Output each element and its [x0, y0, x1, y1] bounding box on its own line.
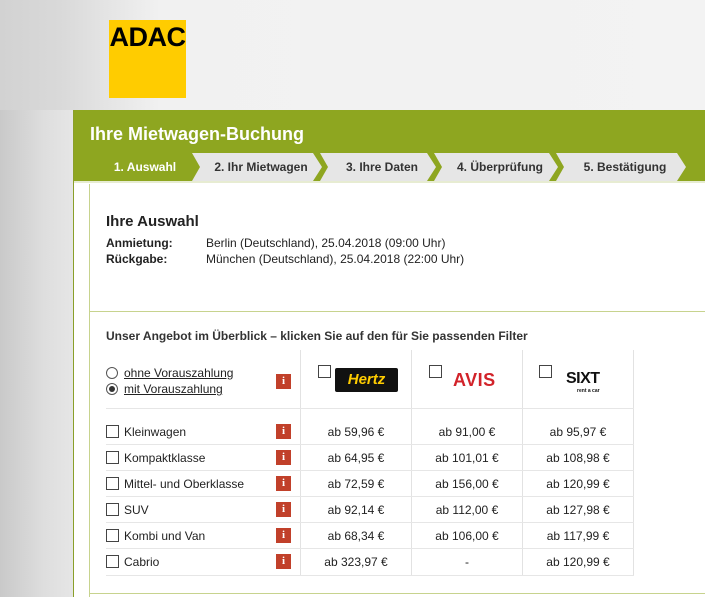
section-divider: [90, 311, 705, 312]
info-icon[interactable]: i: [276, 424, 291, 439]
top-banner: [0, 0, 705, 110]
avis-logo[interactable]: AVIS: [453, 368, 496, 392]
label-mit-vorauszahlung[interactable]: mit Vorauszahlung: [124, 382, 223, 396]
row-divider: [106, 548, 634, 549]
adac-logo[interactable]: ADAC: [109, 20, 186, 98]
step-bestaetigung[interactable]: 5. Bestätigung: [556, 153, 686, 181]
price-sixt[interactable]: ab 127,98 €: [523, 503, 633, 517]
category-label: Kleinwagen: [124, 425, 187, 439]
info-icon[interactable]: i: [276, 450, 291, 465]
step-mietwagen[interactable]: 2. Ihr Mietwagen: [192, 153, 322, 181]
step-auswahl[interactable]: 1. Auswahl: [88, 153, 194, 181]
category-label: Kompaktklasse: [124, 451, 206, 465]
price-hertz[interactable]: ab 59,96 €: [301, 425, 411, 439]
info-icon[interactable]: i: [276, 554, 291, 569]
price-hertz[interactable]: ab 323,97 €: [301, 555, 411, 569]
checkbox-hertz[interactable]: [318, 365, 331, 378]
offers-title: Unser Angebot im Überblick – klicken Sie…: [106, 329, 528, 343]
selection-title: Ihre Auswahl: [106, 213, 199, 230]
hertz-logo[interactable]: Hertz: [335, 368, 398, 392]
radio-mit-vorauszahlung[interactable]: [106, 383, 118, 395]
price-hertz[interactable]: ab 92,14 €: [301, 503, 411, 517]
category-label: SUV: [124, 503, 149, 517]
price-hertz[interactable]: ab 64,95 €: [301, 451, 411, 465]
checkbox-kompaktklasse[interactable]: [106, 451, 119, 464]
row-divider: [106, 408, 634, 409]
header-divider: [74, 181, 705, 183]
step-ueberpruefung[interactable]: 4. Überprüfung: [434, 153, 558, 181]
price-hertz[interactable]: ab 72,59 €: [301, 477, 411, 491]
price-sixt[interactable]: ab 120,99 €: [523, 477, 633, 491]
price-sixt[interactable]: ab 95,97 €: [523, 425, 633, 439]
section-divider: [90, 593, 705, 594]
booking-card: Ihre Mietwagen-Buchung 1. Auswahl 2. Ihr…: [73, 110, 705, 597]
checkbox-kleinwagen[interactable]: [106, 425, 119, 438]
price-avis: -: [465, 555, 469, 569]
radio-ohne-vorauszahlung[interactable]: [106, 367, 118, 379]
row-divider: [106, 470, 634, 471]
pickup-value: Berlin (Deutschland), 25.04.2018 (09:00 …: [206, 236, 446, 250]
checkbox-mittel-oberklasse[interactable]: [106, 477, 119, 490]
checkbox-cabrio[interactable]: [106, 555, 119, 568]
left-background: [0, 110, 74, 597]
row-divider: [106, 575, 634, 576]
page-title: Ihre Mietwagen-Buchung: [90, 124, 305, 144]
pickup-label: Anmietung:: [106, 236, 173, 250]
price-avis[interactable]: ab 112,00 €: [412, 503, 522, 517]
category-label: Cabrio: [124, 555, 160, 569]
row-divider: [106, 444, 634, 445]
checkbox-suv[interactable]: [106, 503, 119, 516]
category-label: Kombi und Van: [124, 529, 206, 543]
info-icon[interactable]: i: [276, 502, 291, 517]
return-label: Rückgabe:: [106, 252, 168, 266]
price-hertz[interactable]: ab 68,34 €: [301, 529, 411, 543]
booking-header: Ihre Mietwagen-Buchung 1. Auswahl 2. Ihr…: [74, 110, 705, 182]
row-divider: [106, 496, 634, 497]
info-icon[interactable]: i: [276, 374, 291, 389]
info-icon[interactable]: i: [276, 528, 291, 543]
sixt-logo-subtext: rent a car: [577, 388, 600, 394]
price-avis[interactable]: ab 106,00 €: [412, 529, 522, 543]
price-avis[interactable]: ab 101,01 €: [412, 451, 522, 465]
column-divider: [633, 350, 634, 575]
price-avis[interactable]: ab 91,00 €: [412, 425, 522, 439]
checkbox-sixt[interactable]: [539, 365, 552, 378]
price-avis[interactable]: ab 156,00 €: [412, 477, 522, 491]
booking-steps: 1. Auswahl 2. Ihr Mietwagen 3. Ihre Date…: [88, 153, 688, 181]
category-label: Mittel- und Oberklasse: [124, 477, 245, 491]
checkbox-avis[interactable]: [429, 365, 442, 378]
row-divider: [106, 522, 634, 523]
step-daten[interactable]: 3. Ihre Daten: [320, 153, 436, 181]
price-sixt[interactable]: ab 108,98 €: [523, 451, 633, 465]
content-panel: Ihre Auswahl Anmietung: Berlin (Deutschl…: [89, 184, 705, 597]
return-value: München (Deutschland), 25.04.2018 (22:00…: [206, 252, 465, 266]
price-sixt[interactable]: ab 120,99 €: [523, 555, 633, 569]
label-ohne-vorauszahlung[interactable]: ohne Vorauszahlung: [124, 366, 233, 380]
sixt-logo-text: SIXT: [566, 370, 600, 387]
info-icon[interactable]: i: [276, 476, 291, 491]
checkbox-kombi-van[interactable]: [106, 529, 119, 542]
price-sixt[interactable]: ab 117,99 €: [523, 529, 633, 543]
sixt-logo[interactable]: SIXT rent a car: [566, 369, 600, 394]
